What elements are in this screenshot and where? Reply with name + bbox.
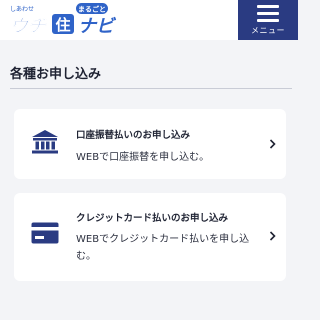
- card-title: クレジットカード払いのお申し込み: [76, 213, 229, 224]
- header: しあわせ まるごと ウチ 住 ナビ メニュー: [0, 0, 298, 40]
- menu-label: メニュー: [251, 26, 285, 35]
- logo-text-2: ナビ: [78, 16, 117, 36]
- chevron-right-icon: [269, 139, 276, 149]
- card-description: WEBで口座振替を申し込む。: [76, 152, 210, 163]
- logo-badge: まるごと: [78, 5, 106, 14]
- title-divider: [10, 88, 292, 89]
- site-logo[interactable]: しあわせ まるごと ウチ 住 ナビ: [6, 2, 136, 36]
- bank-icon: [32, 130, 58, 154]
- hamburger-icon: [257, 5, 279, 22]
- card-description: WEBでクレジットカード払いを申し込む。: [76, 234, 250, 262]
- logo-small-text: しあわせ: [10, 6, 34, 13]
- logo-kanji: 住: [55, 16, 70, 34]
- card-credit-card[interactable]: クレジットカード払いのお申し込み WEBでクレジットカード払いを申し込む。: [14, 193, 286, 281]
- page-title: 各種お申し込み: [10, 67, 102, 82]
- chevron-right-icon: [269, 231, 276, 241]
- card-direct-debit[interactable]: 口座振替払いのお申し込み WEBで口座振替を申し込む。: [14, 109, 286, 179]
- card-title: 口座振替払いのお申し込み: [76, 130, 191, 141]
- credit-card-icon: [31, 222, 59, 244]
- logo-text-1: ウチ: [10, 16, 47, 36]
- menu-button[interactable]: メニュー: [238, 0, 298, 40]
